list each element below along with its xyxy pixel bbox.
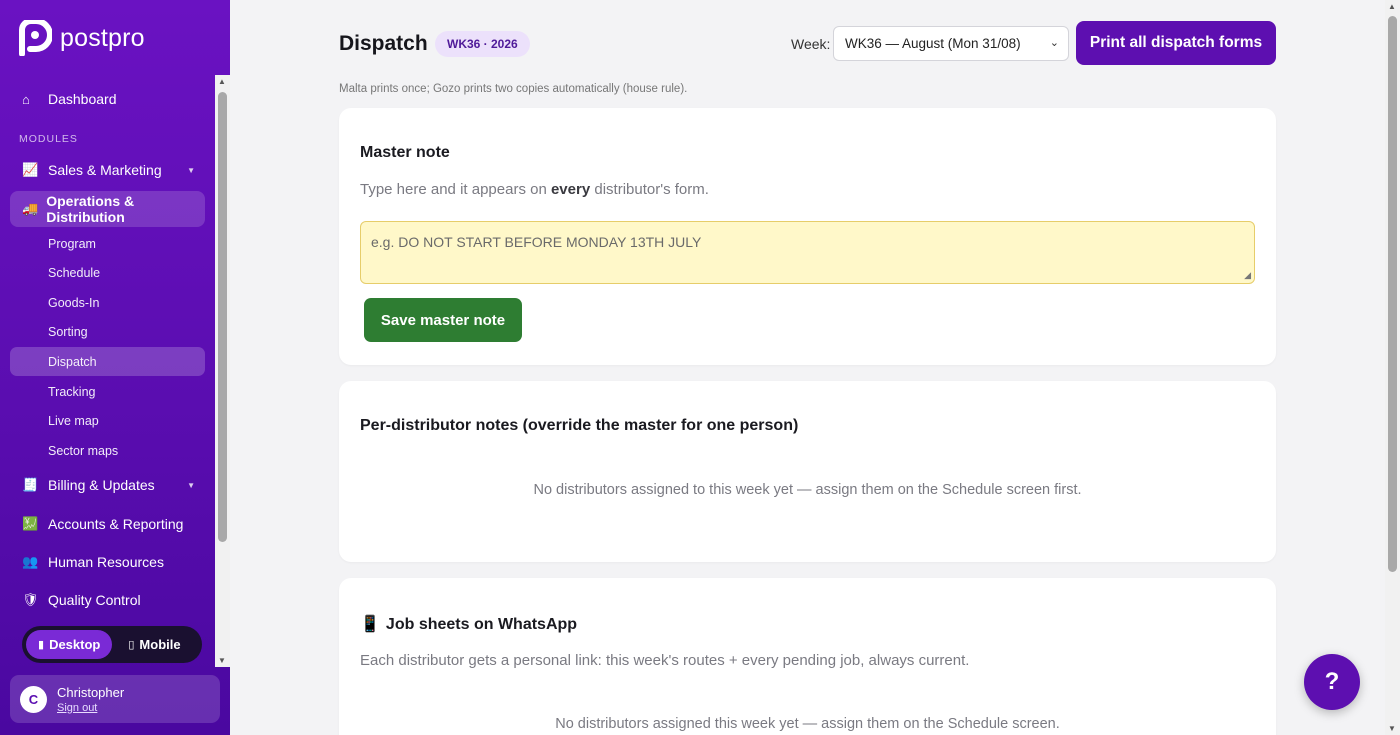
scroll-down-arrow-icon[interactable]: ▼ <box>1388 724 1396 733</box>
per-distributor-title: Per-distributor notes (override the mast… <box>360 417 799 434</box>
sidebar-item-label: Quality Control <box>48 592 141 608</box>
master-note-card: Master note Type here and it appears on … <box>339 108 1276 365</box>
sidebar-item-dashboard[interactable]: ⌂ Dashboard <box>10 81 205 117</box>
print-hint: Malta prints once; Gozo prints two copie… <box>339 83 688 95</box>
sign-out-link[interactable]: Sign out <box>57 702 124 714</box>
sidebar-subitem-tracking[interactable]: Tracking <box>10 377 205 406</box>
ledger-icon: 💹 <box>22 516 39 531</box>
sidebar: postpro ⌂ Dashboard MODULES 📈 Sales & Ma… <box>0 0 230 735</box>
sidebar-subitem-schedule[interactable]: Schedule <box>10 258 205 287</box>
sidebar-item-billing-updates[interactable]: 🧾 Billing & Updates ▼ <box>10 467 205 503</box>
week-select-value: WK36 — August (Mon 31/08) <box>845 36 1021 51</box>
shield-icon: 🛡 <box>22 592 39 607</box>
sidebar-item-accounts-reporting[interactable]: 💹 Accounts & Reporting <box>10 506 205 542</box>
page-scrollbar[interactable]: ▲ ▼ <box>1385 0 1400 735</box>
brand-name: postpro <box>60 23 145 52</box>
master-note-title: Master note <box>360 144 450 161</box>
print-all-dispatch-forms-button[interactable]: Print all dispatch forms <box>1076 21 1276 65</box>
sidebar-item-label: Operations & Distribution <box>46 193 135 225</box>
scroll-down-arrow-icon[interactable]: ▼ <box>218 656 226 665</box>
sidebar-item-quality-control[interactable]: 🛡 Quality Control <box>10 582 205 618</box>
avatar: C <box>20 685 47 713</box>
sidebar-scrollbar[interactable]: ▲ ▼ <box>215 75 230 667</box>
desktop-icon: ▮ <box>38 639 45 651</box>
sidebar-item-operations-distribution[interactable]: 🚚 Operations & Distribution <box>10 191 205 227</box>
desktop-view-button[interactable]: ▮ Desktop <box>26 630 113 659</box>
people-icon: 👥 <box>22 554 39 569</box>
save-master-note-button[interactable]: Save master note <box>364 298 522 342</box>
sidebar-subitem-live-map[interactable]: Live map <box>10 406 205 435</box>
master-note-textarea[interactable]: e.g. DO NOT START BEFORE MONDAY 13TH JUL… <box>360 221 1255 284</box>
scroll-up-arrow-icon[interactable]: ▲ <box>1388 2 1396 11</box>
per-distributor-notes-card: Per-distributor notes (override the mast… <box>339 381 1276 562</box>
week-badge: WK36 · 2026 <box>435 31 530 57</box>
subtitle-emphasis: every <box>550 181 591 198</box>
sidebar-item-label: Human Resources <box>48 554 164 570</box>
receipt-icon: 🧾 <box>22 477 39 492</box>
master-note-subtitle: Type here and it appears on every distri… <box>360 181 709 198</box>
mobile-view-button[interactable]: ▯ Mobile <box>116 630 192 659</box>
scroll-up-arrow-icon[interactable]: ▲ <box>218 77 226 86</box>
user-name: Christopher <box>57 684 125 700</box>
master-note-placeholder: e.g. DO NOT START BEFORE MONDAY 13TH JUL… <box>371 234 702 250</box>
mobile-icon: ▯ <box>128 639 135 651</box>
home-icon: ⌂ <box>22 91 30 107</box>
sidebar-subitem-dispatch[interactable]: Dispatch <box>10 347 205 376</box>
resize-grip-icon[interactable]: ◢ <box>1244 270 1251 281</box>
truck-icon: 🚚 <box>22 201 39 216</box>
sidebar-subitem-program[interactable]: Program <box>10 229 205 258</box>
user-panel: C Christopher Sign out <box>10 675 220 723</box>
sidebar-item-human-resources[interactable]: 👥 Human Resources <box>10 544 205 580</box>
sidebar-item-label: Accounts & Reporting <box>48 516 184 532</box>
view-toggle: ▮ Desktop ▯ Mobile <box>22 626 202 663</box>
sidebar-item-label: Sales & Marketing <box>48 162 162 178</box>
caret-down-icon: ▼ <box>187 480 195 490</box>
mobile-label: Mobile <box>139 637 181 652</box>
sidebar-nav[interactable]: ⌂ Dashboard MODULES 📈 Sales & Marketing … <box>0 75 215 667</box>
whatsapp-job-sheets-card: 📱 Job sheets on WhatsApp Each distributor… <box>339 578 1276 735</box>
per-distributor-empty-state: No distributors assigned to this week ye… <box>533 482 1082 498</box>
week-label: Week: <box>791 36 831 52</box>
sidebar-item-label: Dashboard <box>48 91 117 107</box>
chart-icon: 📈 <box>22 162 39 177</box>
phone-icon: 📱 <box>360 616 380 633</box>
sidebar-subitem-sorting[interactable]: Sorting <box>10 317 205 346</box>
whatsapp-empty-state: No distributors assigned this week yet —… <box>555 716 1060 732</box>
sidebar-item-label: Billing & Updates <box>48 477 155 493</box>
subtitle-text: distributor's form. <box>590 181 709 198</box>
subtitle-text: Type here and it appears on <box>360 181 551 198</box>
whatsapp-subtitle: Each distributor gets a personal link: t… <box>360 652 970 669</box>
whatsapp-title: 📱 Job sheets on WhatsApp <box>360 614 577 634</box>
brand-logo[interactable]: postpro <box>18 18 145 57</box>
sidebar-scroll-thumb[interactable] <box>218 92 227 542</box>
week-select[interactable]: WK36 — August (Mon 31/08) ⌄ <box>833 26 1069 61</box>
page-title: Dispatch <box>339 32 428 55</box>
sidebar-subitem-goods-in[interactable]: Goods-In <box>10 288 205 317</box>
whatsapp-title-text: Job sheets on WhatsApp <box>385 616 578 633</box>
sidebar-item-sales-marketing[interactable]: 📈 Sales & Marketing ▼ <box>10 152 205 188</box>
chevron-down-icon: ⌄ <box>1049 37 1059 49</box>
desktop-label: Desktop <box>49 637 101 652</box>
postpro-logo-icon <box>18 18 53 57</box>
sidebar-subitem-sector-maps[interactable]: Sector maps <box>10 436 205 465</box>
help-button[interactable]: ? <box>1304 654 1360 710</box>
page-scroll-thumb[interactable] <box>1388 16 1397 572</box>
section-label-modules: MODULES <box>19 133 78 145</box>
caret-down-icon: ▼ <box>187 165 195 175</box>
